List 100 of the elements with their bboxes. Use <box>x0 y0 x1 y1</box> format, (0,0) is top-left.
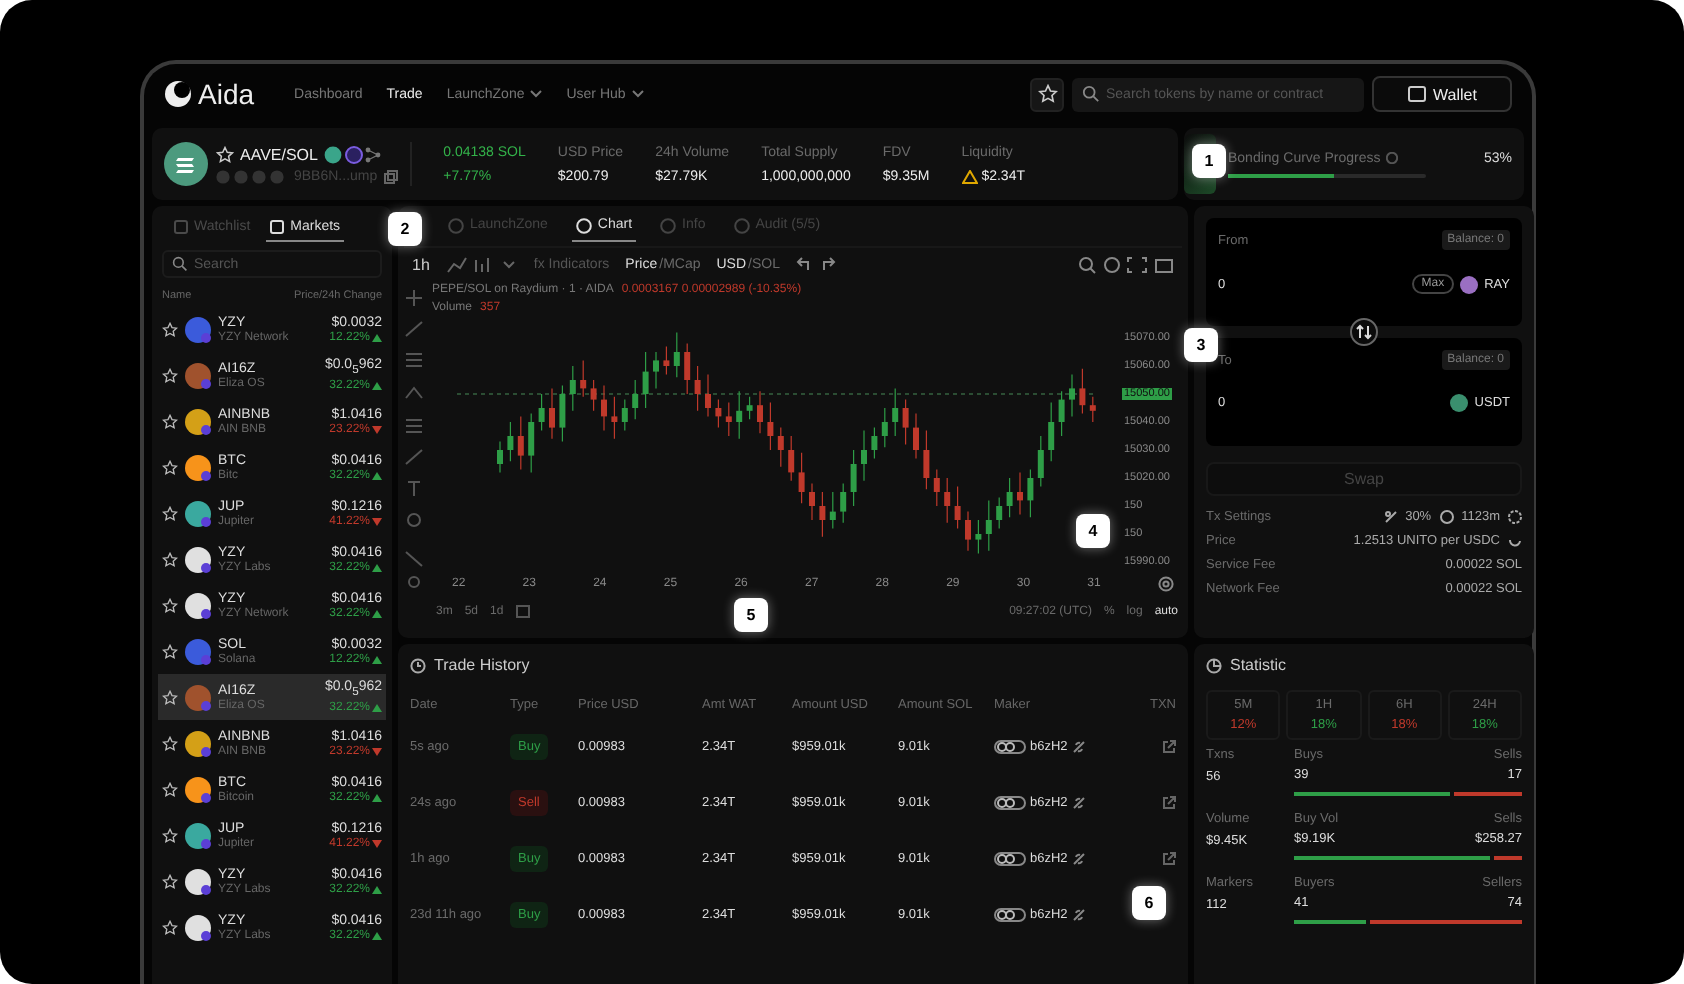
star-icon[interactable] <box>162 689 178 705</box>
star-icon[interactable] <box>162 643 178 659</box>
candle <box>757 390 763 434</box>
token-icon <box>184 867 212 895</box>
drawing-tools-icons[interactable] <box>404 288 424 588</box>
candle <box>933 469 940 507</box>
candle <box>497 441 503 473</box>
star-icon[interactable] <box>162 459 178 475</box>
star-icon[interactable] <box>162 321 178 337</box>
candle <box>1037 435 1044 487</box>
callout-badge: 3 <box>1184 328 1218 362</box>
candle <box>653 351 659 389</box>
token-avatar-icon <box>164 142 208 186</box>
candle <box>840 483 847 524</box>
candle <box>528 413 535 473</box>
interval-button[interactable]: 1h <box>412 255 430 273</box>
candle <box>829 491 836 529</box>
maker-icon <box>994 739 1026 753</box>
candle <box>767 401 774 451</box>
candle <box>611 396 618 440</box>
chart-tool-icons[interactable] <box>1078 255 1174 273</box>
star-icon[interactable] <box>162 551 178 567</box>
token-icon <box>184 407 212 435</box>
token-icon <box>184 361 212 389</box>
token-icon <box>184 729 212 757</box>
token-icon <box>184 315 212 343</box>
link-icon[interactable] <box>1071 795 1086 809</box>
star-icon[interactable] <box>162 827 178 843</box>
candle <box>819 491 826 538</box>
candle <box>1089 396 1096 423</box>
candle <box>736 390 743 440</box>
external-link-icon[interactable] <box>1162 795 1176 809</box>
favorite-button[interactable] <box>1030 77 1064 111</box>
token-icon <box>184 775 212 803</box>
pie-icon <box>1206 657 1222 673</box>
settings-icon[interactable] <box>1157 576 1174 592</box>
copy-icon[interactable] <box>383 169 398 183</box>
panel-title: Statistic <box>1230 656 1287 674</box>
star-icon[interactable] <box>162 781 178 797</box>
star-icon[interactable] <box>162 413 178 429</box>
candle <box>673 331 680 378</box>
candle <box>965 511 971 552</box>
tab-icon <box>575 217 592 233</box>
callout-badge: 2 <box>388 212 422 246</box>
callout-badge: 5 <box>734 598 768 632</box>
token-icon <box>184 499 212 527</box>
candle <box>871 427 878 459</box>
candle <box>954 485 961 529</box>
candle <box>632 379 639 420</box>
candle <box>549 387 555 440</box>
candle <box>809 483 815 521</box>
candle <box>1017 471 1023 515</box>
calendar-icon[interactable] <box>515 604 530 618</box>
maker-icon <box>994 851 1026 865</box>
link-icon[interactable] <box>1071 739 1086 753</box>
external-link-icon[interactable] <box>1162 739 1176 753</box>
candle <box>1027 469 1034 518</box>
candle <box>1079 368 1086 415</box>
star-icon[interactable] <box>162 735 178 751</box>
token-icon <box>184 545 212 573</box>
callout-badge: 6 <box>1132 886 1166 920</box>
logo-icon <box>164 80 192 108</box>
star-icon[interactable] <box>162 367 178 383</box>
candle <box>694 365 701 412</box>
info-icon <box>1386 152 1399 164</box>
token-icon <box>184 913 212 941</box>
candle <box>580 359 587 398</box>
external-link-icon[interactable] <box>1162 851 1176 865</box>
star-icon[interactable] <box>216 145 234 163</box>
star-icon[interactable] <box>162 505 178 521</box>
search-icon <box>1082 85 1100 103</box>
candle <box>798 452 805 504</box>
candle <box>746 396 753 420</box>
candle <box>892 387 899 437</box>
candle <box>913 413 919 459</box>
clock-icon <box>410 657 426 673</box>
candle <box>788 435 795 482</box>
star-icon[interactable] <box>162 919 178 935</box>
candle <box>559 385 566 443</box>
candle <box>985 499 992 552</box>
tab-icon <box>448 217 464 233</box>
star-icon[interactable] <box>162 597 178 613</box>
tab-icon <box>660 217 677 233</box>
candle <box>944 477 951 524</box>
logo-text: Aida <box>198 78 255 110</box>
candle <box>715 399 722 429</box>
link-icon[interactable] <box>1071 907 1086 921</box>
wallet-button[interactable]: Wallet <box>1372 76 1512 112</box>
undo-redo-icons[interactable] <box>796 256 836 272</box>
candle <box>507 421 514 462</box>
chart-type-icons[interactable] <box>445 255 518 273</box>
candle <box>861 429 867 482</box>
token-icon <box>184 683 212 711</box>
link-icon[interactable] <box>1071 851 1086 865</box>
timer-icon <box>1439 509 1454 523</box>
settings-icon[interactable] <box>1508 509 1522 523</box>
candle <box>902 399 909 445</box>
star-icon[interactable] <box>162 873 178 889</box>
token-icon <box>184 453 212 481</box>
chevron-icon <box>631 90 644 98</box>
